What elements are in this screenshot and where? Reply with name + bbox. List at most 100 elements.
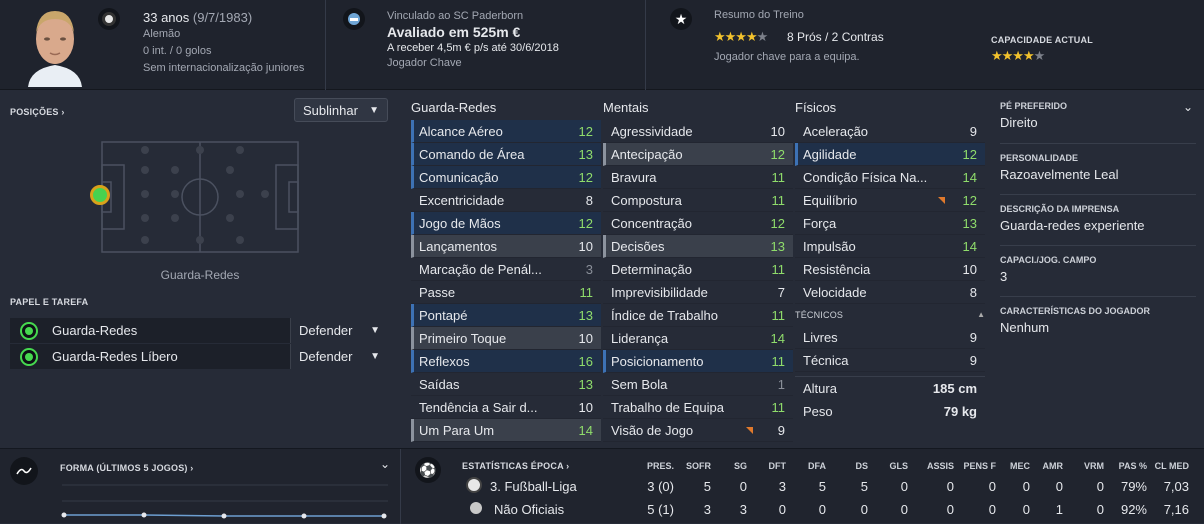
technical-attributes: Livres 9 Técnica 9 [795, 326, 985, 372]
form-title[interactable]: FORMA (ÚLTIMOS 5 JOGOS) › [60, 463, 194, 473]
attribute-name: Concentração [611, 215, 692, 231]
attribute-name: Agilidade [803, 146, 857, 162]
attribute-row[interactable]: Agressividade 10 [603, 120, 793, 143]
attribute-row[interactable]: Visão de Jogo 9 [603, 419, 793, 442]
attribute-row[interactable]: Bravura 11 [603, 166, 793, 189]
attribute-row[interactable]: Determinação 11 [603, 258, 793, 281]
stats-column-header[interactable]: GLS [858, 461, 908, 471]
info-value: 3 [1000, 269, 1008, 284]
positions-title[interactable]: POSIÇÕES › [10, 107, 65, 117]
stats-title[interactable]: ESTATÍSTICAS ÉPOCA › [462, 461, 569, 471]
attribute-row[interactable]: Um Para Um 14 [411, 419, 601, 442]
attribute-row[interactable]: Índice de Trabalho 11 [603, 304, 793, 327]
attribute-value: 11 [771, 353, 786, 369]
attribute-row[interactable]: Imprevisibilidade 7 [603, 281, 793, 304]
attribute-row[interactable]: Decisões 13 [603, 235, 793, 258]
duty-dropdown[interactable]: Defender ▼ [290, 344, 388, 369]
attribute-row[interactable]: Saídas 13 [411, 373, 601, 396]
ability-stars: ★★★★★ [991, 48, 1045, 63]
contract-club[interactable]: Vinculado ao SC Paderborn [387, 10, 523, 22]
attribute-row[interactable]: Passe 11 [411, 281, 601, 304]
attribute-value: 7 [777, 284, 785, 300]
role-name: Guarda-Redes Líbero [52, 349, 178, 364]
attribute-row[interactable]: Trabalho de Equipa 11 [603, 396, 793, 419]
player-nationality: Alemão [143, 28, 181, 40]
attribute-row[interactable]: Reflexos 16 [411, 350, 601, 373]
chevron-down-icon[interactable]: ⌄ [380, 457, 390, 471]
attribute-row[interactable]: Primeiro Toque 10 [411, 327, 601, 350]
attribute-name: Posicionamento [611, 353, 704, 369]
attribute-row[interactable]: Aceleração 9 [795, 120, 985, 143]
duty-dropdown[interactable]: Defender ▼ [290, 318, 388, 343]
divider [1000, 143, 1196, 144]
attribute-row[interactable]: Tendência a Sair d... 10 [411, 396, 601, 419]
attribute-row[interactable]: Posicionamento 11 [603, 350, 793, 373]
stats-column-header[interactable]: CL MED [1139, 461, 1189, 471]
attribute-name: Imprevisibilidade [611, 284, 708, 300]
attribute-row[interactable]: Agilidade 12 [795, 143, 985, 166]
attribute-row[interactable]: Força 13 [795, 212, 985, 235]
attribute-value: 11 [579, 284, 594, 300]
bottom-panel: FORMA (ÚLTIMOS 5 JOGOS) › ⌄ ⚽ ESTATÍSTIC… [0, 448, 1204, 524]
attribute-name: Compostura [611, 192, 682, 208]
attribute-row[interactable]: Velocidade 8 [795, 281, 985, 304]
attribute-row[interactable]: Técnica 9 [795, 349, 985, 372]
attribute-name: Aceleração [803, 123, 869, 139]
attribute-name: Tendência a Sair d... [419, 399, 538, 415]
attribute-row[interactable]: Lançamentos 10 [411, 235, 601, 258]
highlight-dropdown[interactable]: Sublinhar ▼ [294, 98, 388, 122]
attribute-row[interactable]: Condição Física Na... 14 [795, 166, 985, 189]
attribute-value: 9 [969, 352, 977, 368]
attribute-row[interactable]: Equilíbrio 12 [795, 189, 985, 212]
media-description: DESCRIÇÃO DA IMPRENSA Guarda-redes exper… [1000, 204, 1196, 233]
attribute-row[interactable]: Pontapé 13 [411, 304, 601, 327]
attribute-row[interactable]: Compostura 11 [603, 189, 793, 212]
attribute-name: Índice de Trabalho [611, 307, 718, 323]
attribute-row[interactable]: Jogo de Mãos 12 [411, 212, 601, 235]
attribute-row[interactable]: Concentração 12 [603, 212, 793, 235]
goalkeeper-position-marker[interactable] [90, 185, 110, 205]
training-stars: ★★★★★ [714, 29, 768, 44]
attribute-name: Velocidade [803, 284, 867, 300]
attribute-row[interactable]: Comando de Área 13 [411, 143, 601, 166]
attribute-row[interactable]: Antecipação 12 [603, 143, 793, 166]
info-heading: PERSONALIDADE [1000, 153, 1079, 163]
attribute-name: Primeiro Toque [419, 330, 507, 346]
attribute-value: 3 [585, 261, 593, 277]
attribute-name: Reflexos [419, 353, 470, 369]
attribute-row[interactable]: Livres 9 [795, 326, 985, 349]
attribute-value: 10 [578, 238, 593, 254]
goalkeeping-title: Guarda-Redes [411, 100, 497, 115]
attribute-row[interactable]: Impulsão 14 [795, 235, 985, 258]
league-name[interactable]: 3. Fußball-Liga [490, 479, 577, 494]
attribute-value: 10 [962, 261, 977, 277]
info-heading: PÉ PREFERIDO [1000, 101, 1068, 111]
divider [400, 449, 401, 524]
training-title[interactable]: Resumo do Treino [714, 9, 804, 21]
attribute-row[interactable]: Resistência 10 [795, 258, 985, 281]
stats-cell: 7,03 [1163, 479, 1189, 494]
personality: PERSONALIDADE Razoavelmente Leal [1000, 153, 1196, 182]
player-dob: (9/7/1983) [192, 10, 253, 25]
attribute-row[interactable]: Marcação de Penál... 3 [411, 258, 601, 281]
attribute-name: Trabalho de Equipa [611, 399, 724, 415]
club-crest-icon[interactable] [343, 8, 365, 30]
attribute-name: Saídas [419, 376, 460, 392]
goalkeeping-attributes: Alcance Aéreo 12 Comando de Área 13 Comunica… [411, 120, 601, 442]
attribute-value: 10 [578, 330, 593, 346]
attribute-row[interactable]: Comunicação 12 [411, 166, 601, 189]
chevron-down-icon[interactable]: ⌄ [1183, 100, 1193, 114]
attribute-name: Condição Física Na... [803, 169, 928, 185]
friendly-name[interactable]: Não Oficiais [494, 502, 564, 517]
collapse-icon[interactable]: ▲ [977, 310, 985, 320]
attribute-row[interactable]: Sem Bola 1 [603, 373, 793, 396]
attribute-row[interactable]: Excentricidade 8 [411, 189, 601, 212]
position-label: Guarda-Redes [160, 268, 240, 282]
role-row[interactable]: Guarda-Redes Líbero Defender ▼ [10, 344, 388, 369]
role-row[interactable]: Guarda-Redes Defender ▼ [10, 318, 388, 343]
attribute-row[interactable]: Alcance Aéreo 12 [411, 120, 601, 143]
league-icon [466, 477, 482, 493]
attribute-name: Visão de Jogo [611, 422, 694, 438]
attribute-row[interactable]: Liderança 14 [603, 327, 793, 350]
attribute-value: 10 [578, 399, 593, 415]
